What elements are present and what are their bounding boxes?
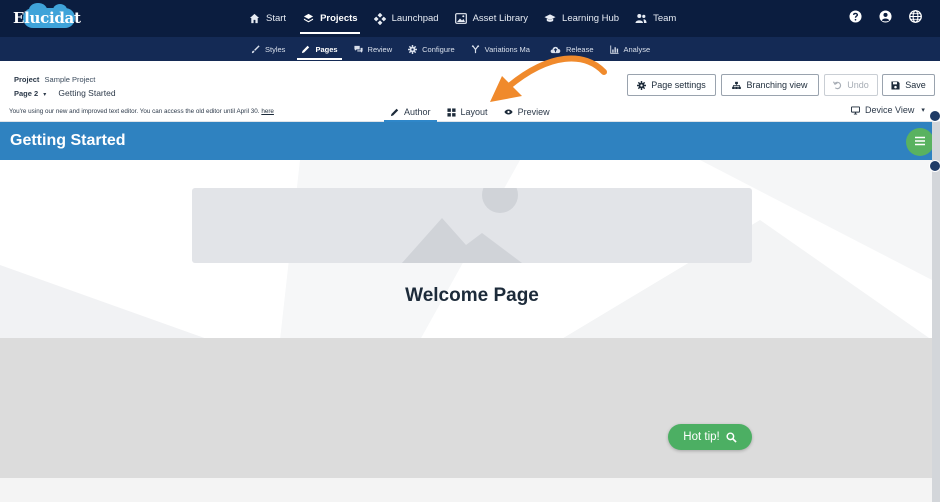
editor-toolbar: Project Sample Project Page 2 ▾ Getting … [0, 61, 940, 122]
subnav-label-review: Review [367, 44, 393, 54]
save-label: Save [905, 80, 926, 90]
nav-label-projects: Projects [320, 13, 358, 24]
nav-item-learning-hub[interactable]: Learning Hub [536, 0, 627, 37]
nav-label-learning-hub: Learning Hub [562, 13, 620, 24]
nav-item-start[interactable]: Start [240, 0, 294, 37]
project-label: Project [14, 75, 40, 84]
notice-text: You're using our new and improved text e… [9, 108, 260, 115]
gear-icon [408, 44, 418, 54]
nav-item-projects[interactable]: Projects [294, 0, 366, 37]
sitemap-icon [732, 81, 742, 90]
tab-author-label: Author [404, 107, 431, 117]
page-selector[interactable]: Page 2 ▾ [14, 89, 48, 98]
logo-text: Elucidat [13, 9, 81, 27]
grid-icon [446, 107, 456, 117]
help-icon[interactable] [849, 10, 862, 23]
page-label: Page 2 [14, 89, 39, 98]
project-sub-navigation: Styles Pages Review Configure Variations… [0, 37, 940, 61]
layers-icon [302, 13, 314, 25]
tab-author[interactable]: Author [384, 102, 437, 122]
old-editor-link[interactable]: here [261, 108, 274, 115]
page-canvas: Getting Started Welcome Page Hot tip! [0, 122, 932, 502]
branching-view-label: Branching view [746, 80, 808, 90]
nav-label-team: Team [653, 13, 677, 24]
gear-icon [637, 80, 647, 90]
undo-button[interactable]: Undo [824, 74, 878, 96]
subnav-label-pages: Pages [315, 44, 338, 54]
home-icon [248, 13, 260, 25]
subnav-label-analyse: Analyse [623, 44, 651, 54]
content-section [0, 338, 932, 478]
pencil-icon [301, 45, 310, 54]
graduation-cap-icon [544, 13, 556, 25]
hot-tip-button[interactable]: Hot tip! [668, 424, 752, 450]
comments-icon [353, 45, 363, 54]
nav-label-launchpad: Launchpad [391, 13, 439, 24]
welcome-heading[interactable]: Welcome Page [0, 285, 932, 307]
hamburger-icon [914, 133, 926, 151]
subnav-item-review[interactable]: Review [346, 37, 401, 61]
edit-section-icon[interactable] [929, 160, 940, 172]
nav-label-start: Start [266, 13, 287, 24]
caret-down-icon: ▾ [921, 107, 925, 114]
footer-section [0, 478, 932, 502]
elucidat-logo[interactable]: Elucidat [13, 3, 81, 29]
launchpad-icon [373, 12, 386, 25]
project-name[interactable]: Sample Project [45, 75, 96, 84]
nav-item-launchpad[interactable]: Launchpad [366, 0, 447, 37]
nav-item-team[interactable]: Team [627, 0, 684, 37]
annotation-arrow [490, 55, 607, 102]
editor-notice: You're using our new and improved text e… [9, 108, 274, 115]
team-icon [635, 13, 647, 25]
edit-section-icon[interactable] [929, 110, 940, 122]
top-navigation-bar: Elucidat Start Projects Launchpad Asset … [0, 0, 940, 37]
device-view-label: Device View [865, 105, 915, 115]
save-button[interactable]: Save [882, 74, 935, 96]
device-view-dropdown[interactable]: Device View ▾ [851, 105, 925, 115]
subnav-item-styles[interactable]: Styles [243, 37, 293, 61]
nav-label-asset-library: Asset Library [472, 13, 529, 24]
project-breadcrumb: Project Sample Project [14, 75, 95, 84]
undo-label: Undo [847, 80, 869, 90]
image-placeholder[interactable] [192, 188, 752, 263]
top-right-icons [849, 10, 922, 23]
caret-down-icon: ▾ [43, 92, 47, 98]
canvas-scroll-edge[interactable] [932, 122, 940, 502]
save-icon [891, 80, 900, 90]
page-header-banner: Getting Started [0, 122, 932, 160]
nav-item-asset-library[interactable]: Asset Library [447, 0, 536, 37]
brush-icon [251, 44, 260, 54]
subnav-label-configure: Configure [422, 44, 455, 54]
variations-icon [471, 44, 480, 54]
subnav-item-configure[interactable]: Configure [400, 37, 463, 61]
page-selector-row: Page 2 ▾ Getting Started [14, 88, 116, 98]
menu-button[interactable] [906, 128, 932, 156]
branching-view-button[interactable]: Branching view [721, 74, 819, 96]
globe-icon[interactable] [909, 10, 922, 23]
page-header-title[interactable]: Getting Started [10, 132, 126, 150]
placeholder-image-icon [402, 188, 522, 263]
page-settings-button[interactable]: Page settings [627, 74, 716, 96]
pencil-icon [390, 108, 399, 117]
search-icon [726, 431, 737, 443]
subnav-item-pages[interactable]: Pages [293, 37, 345, 61]
image-icon [454, 13, 467, 25]
hot-tip-label: Hot tip! [683, 431, 720, 443]
main-nav: Start Projects Launchpad Asset Library L… [240, 0, 684, 37]
undo-icon [833, 80, 842, 90]
page-name: Getting Started [58, 88, 116, 98]
page-settings-label: Page settings [651, 80, 706, 90]
subnav-label-styles: Styles [265, 44, 286, 54]
monitor-icon [851, 105, 860, 115]
user-icon[interactable] [879, 10, 892, 23]
